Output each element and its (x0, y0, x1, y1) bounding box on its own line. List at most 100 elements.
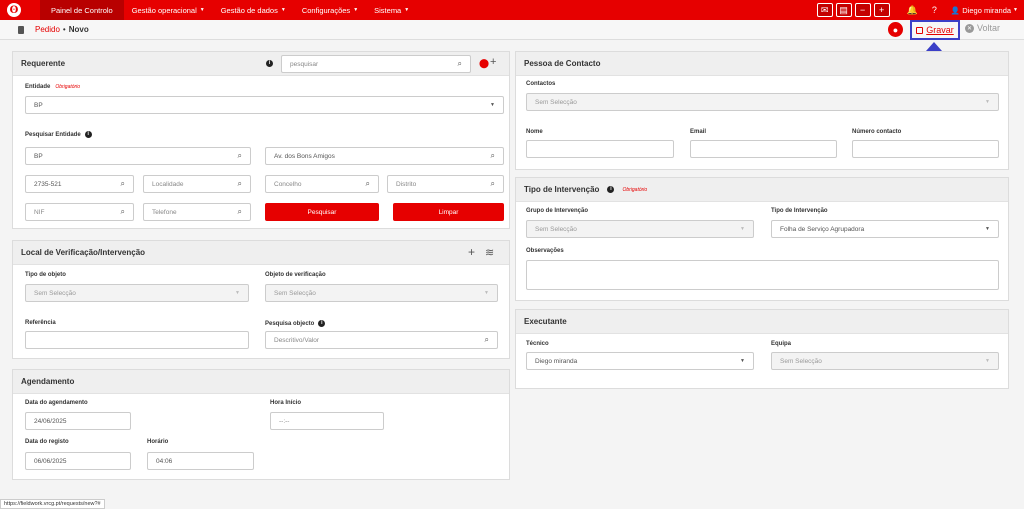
data-registo-input[interactable]: 06/06/2025 (25, 452, 131, 470)
nome-input[interactable] (526, 140, 674, 158)
chevron-down-icon: ▼ (740, 226, 745, 232)
data-registo-label: Data do registo (25, 439, 69, 445)
info-icon: i (318, 320, 326, 327)
search-icon[interactable]: ⌕ (238, 179, 242, 189)
chevron-down-icon: ▼ (985, 99, 990, 105)
telefone-input[interactable]: Telefone ⌕ (143, 203, 251, 221)
observacoes-textarea[interactable] (526, 260, 999, 290)
panel-title-row: Tipo de Intervenção i Obrigatório (516, 178, 1008, 202)
localidade-input[interactable]: Localidade ⌕ (143, 175, 251, 193)
required-badge: Obrigatório (55, 84, 81, 90)
referencia-label: Referência (25, 320, 56, 326)
search-icon[interactable]: ⌕ (366, 179, 370, 189)
chevron-down-icon: ▼ (985, 226, 990, 232)
concelho-input[interactable]: Concelho ⌕ (265, 175, 379, 193)
chat-icon[interactable]: ✉ (816, 3, 833, 17)
referencia-input[interactable] (25, 331, 249, 349)
info-icon: i (266, 60, 273, 67)
required-badge: Obrigatório (622, 186, 648, 193)
pesquisar-entidade-label: Pesquisar Entidade i (25, 131, 92, 138)
vodafone-logo[interactable]: ʘ (4, 0, 24, 20)
user-circle-icon[interactable]: ● (888, 22, 903, 37)
numero-contacto-input[interactable] (852, 140, 999, 158)
caret-down-icon: ▼ (1013, 7, 1018, 13)
search-icon[interactable]: ⌕ (121, 179, 125, 189)
executante-panel: Executante Técnico Diego miranda ▼ Equipa… (515, 309, 1009, 389)
data-agendamento-input[interactable]: 24/06/2025 (25, 412, 131, 430)
local-panel: Local de Verificação/Intervenção + ≋ Tip… (12, 240, 510, 359)
codigo-postal-input[interactable]: 2735-521 ⌕ (25, 175, 134, 193)
limpar-button[interactable]: Limpar (393, 203, 504, 221)
nav-item-gestao-operacional[interactable]: Gestão operacional ▼ (124, 0, 213, 20)
panel-title: Agendamento (13, 370, 509, 394)
breadcrumb-link-pedido[interactable]: Pedido (35, 25, 60, 34)
contactos-label: Contactos (526, 81, 556, 87)
zoom-out-icon[interactable]: − (854, 3, 871, 17)
nif-input[interactable]: NIF ⌕ (25, 203, 134, 221)
caret-down-icon: ▼ (199, 7, 205, 13)
email-label: Email (690, 129, 707, 135)
search-icon[interactable]: ⌕ (491, 151, 495, 161)
search-icon[interactable]: ⌕ (458, 59, 462, 69)
save-icon (916, 26, 924, 34)
add-icon[interactable]: + (490, 56, 496, 68)
equipa-label: Equipa (771, 341, 792, 347)
breadcrumb: Pedido • Novo (0, 20, 1024, 40)
search-icon[interactable]: ⌕ (485, 335, 489, 345)
location-pin-icon[interactable]: ⬤ (479, 58, 489, 69)
search-icon[interactable]: ⌕ (491, 179, 495, 189)
tipo-objeto-select[interactable]: Sem Selecção ▼ (25, 284, 249, 302)
contactos-select[interactable]: Sem Selecção ▼ (526, 93, 999, 111)
pesquisa-objecto-input[interactable]: Descritivo/Valor ⌕ (265, 331, 498, 349)
search-icon[interactable]: ⌕ (238, 151, 242, 161)
back-label: Voltar (977, 23, 1001, 33)
caret-down-icon: ▼ (280, 7, 286, 13)
nav-item-painel[interactable]: Painel de Controlo (40, 0, 124, 20)
nav-item-gestao-dados[interactable]: Gestão de dados ▼ (213, 0, 294, 20)
nome-label: Nome (526, 129, 543, 135)
layers-icon[interactable]: ≋ (485, 246, 494, 259)
tipo-intervencao-select[interactable]: Folha de Serviço Agrupadora ▼ (771, 220, 999, 238)
pesquisar-button[interactable]: Pesquisar (265, 203, 379, 221)
zoom-in-icon[interactable]: + (873, 3, 890, 17)
observacoes-label: Observações (526, 248, 564, 254)
search-icon[interactable]: ⌕ (238, 207, 242, 217)
info-icon: i (607, 186, 615, 193)
distrito-input[interactable]: Distrito ⌕ (387, 175, 504, 193)
nav-item-configuracoes[interactable]: Configurações ▼ (294, 0, 366, 20)
entidade-select[interactable]: BP ▼ (25, 96, 504, 114)
horario-input[interactable]: 04:06 (147, 452, 254, 470)
help-icon[interactable]: ? (932, 5, 937, 15)
objeto-verificacao-select[interactable]: Sem Selecção ▼ (265, 284, 498, 302)
morada-input[interactable]: Av. dos Bons Amigos ⌕ (265, 147, 504, 165)
breadcrumb-separator: • (62, 25, 66, 34)
contacto-panel: Pessoa de Contacto Contactos Sem Selecçã… (515, 51, 1009, 170)
email-input[interactable] (690, 140, 837, 158)
data-agendamento-label: Data do agendamento (25, 400, 88, 406)
tecnico-select[interactable]: Diego miranda ▼ (526, 352, 754, 370)
id-card-icon[interactable]: ▤ (835, 3, 852, 17)
top-navbar: ʘ Painel de Controlo Gestão operacional ▼… (0, 0, 1024, 20)
requerente-panel: Requerente i pesquisar ⌕ ⬤ + Entidade Obr… (12, 51, 510, 229)
add-icon[interactable]: + (468, 245, 475, 259)
breadcrumb-current: Novo (68, 25, 89, 34)
bell-icon[interactable]: 🔔 (907, 5, 918, 16)
save-button[interactable]: Gravar (910, 20, 960, 40)
close-circle-icon: ✕ (965, 23, 974, 33)
user-menu[interactable]: 👤 Diego miranda ▼ (951, 6, 1018, 15)
horario-label: Horário (147, 439, 169, 445)
chevron-down-icon: ▼ (985, 358, 990, 364)
grupo-intervencao-select[interactable]: Sem Selecção ▼ (526, 220, 754, 238)
panel-title: Pessoa de Contacto (516, 52, 1008, 76)
search-icon[interactable]: ⌕ (121, 207, 125, 217)
chevron-down-icon: ▼ (490, 102, 495, 108)
user-icon: 👤 (950, 5, 961, 15)
entidade-nome-input[interactable]: BP ⌕ (25, 147, 251, 165)
equipa-select[interactable]: Sem Selecção ▼ (771, 352, 999, 370)
nav-item-sistema[interactable]: Sistema ▼ (366, 0, 417, 20)
panel-title: Local de Verificação/Intervenção (13, 241, 509, 265)
back-button[interactable]: ✕ Voltar (965, 23, 1000, 33)
info-icon: i (84, 131, 92, 138)
requerente-search-input[interactable]: pesquisar ⌕ (281, 55, 471, 73)
hora-inicio-input[interactable]: --:-- (270, 412, 384, 430)
